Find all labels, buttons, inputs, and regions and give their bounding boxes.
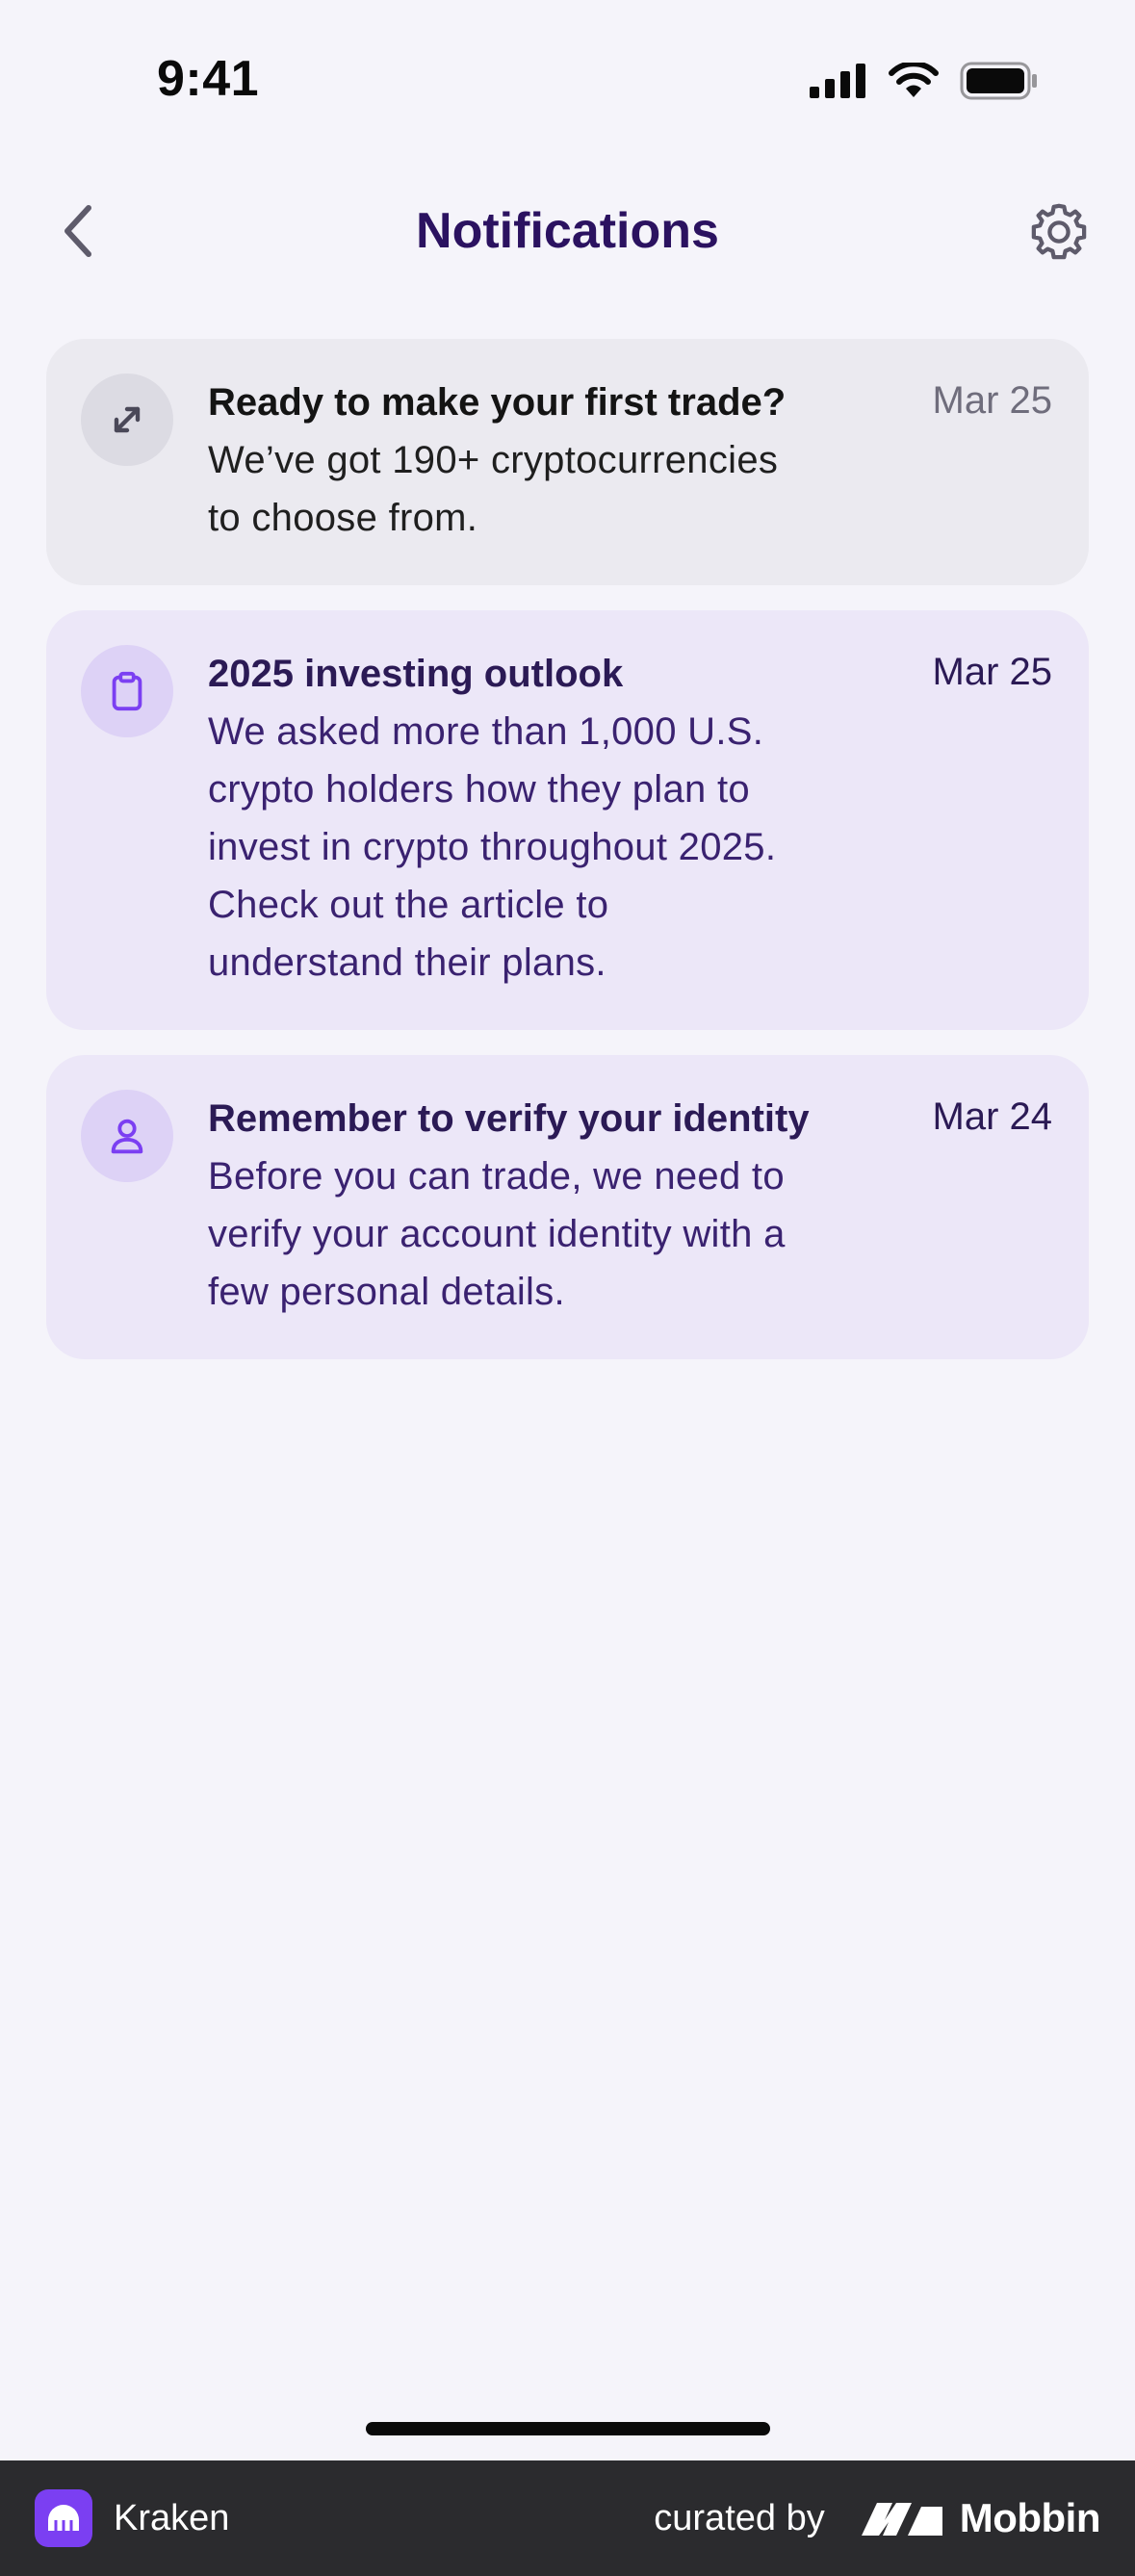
notification-icon-badge <box>81 1090 173 1182</box>
curator-name: Mobbin <box>959 2495 1101 2540</box>
notification-icon-badge <box>81 645 173 737</box>
user-icon <box>111 1119 143 1154</box>
notification-card[interactable]: Remember to verify your identity Before … <box>46 1055 1089 1359</box>
settings-button[interactable] <box>1025 198 1093 266</box>
cellular-signal-icon <box>810 64 865 98</box>
gear-icon <box>1031 203 1087 260</box>
page-title: Notifications <box>416 203 719 259</box>
curator-credit: curated by Mobbin <box>654 2495 1100 2541</box>
status-bar: 9:41 <box>0 0 1135 144</box>
brand-bar: Kraken curated by Mobbin <box>0 2460 1135 2576</box>
home-indicator[interactable] <box>366 2422 770 2435</box>
notification-title: Remember to verify your identity <box>208 1097 810 1140</box>
notification-title: 2025 investing outlook <box>208 653 624 695</box>
header: Notifications <box>0 183 1135 279</box>
status-icons <box>810 62 1039 100</box>
app-name: Kraken <box>114 2497 230 2538</box>
status-time: 9:41 <box>157 51 260 107</box>
notification-body: We’ve got 190+ cryptocurrencies to choos… <box>208 439 779 539</box>
curated-by-label: curated by <box>654 2497 825 2538</box>
trade-arrows-icon <box>114 406 141 433</box>
notification-card[interactable]: Ready to make your first trade? We’ve go… <box>46 339 1089 585</box>
clipboard-icon <box>112 671 142 711</box>
notification-date: Mar 25 <box>932 379 1053 422</box>
notification-title: Ready to make your first trade? <box>208 381 787 424</box>
wifi-icon <box>889 63 939 97</box>
kraken-logo-icon <box>35 2489 92 2547</box>
notification-body: We asked more than 1,000 U.S. crypto hol… <box>208 710 777 984</box>
notification-list: Ready to make your first trade? We’ve go… <box>46 339 1089 1384</box>
notification-body: Before you can trade, we need to verify … <box>208 1155 786 1313</box>
battery-icon <box>960 62 1037 100</box>
kraken-mark-icon <box>48 2505 79 2533</box>
notification-date: Mar 25 <box>932 651 1053 693</box>
mobbin-logo-icon <box>861 2503 942 2536</box>
notification-icon-badge <box>81 374 173 466</box>
notification-date: Mar 24 <box>932 1095 1053 1138</box>
notification-card[interactable]: 2025 investing outlook We asked more tha… <box>46 610 1089 1030</box>
